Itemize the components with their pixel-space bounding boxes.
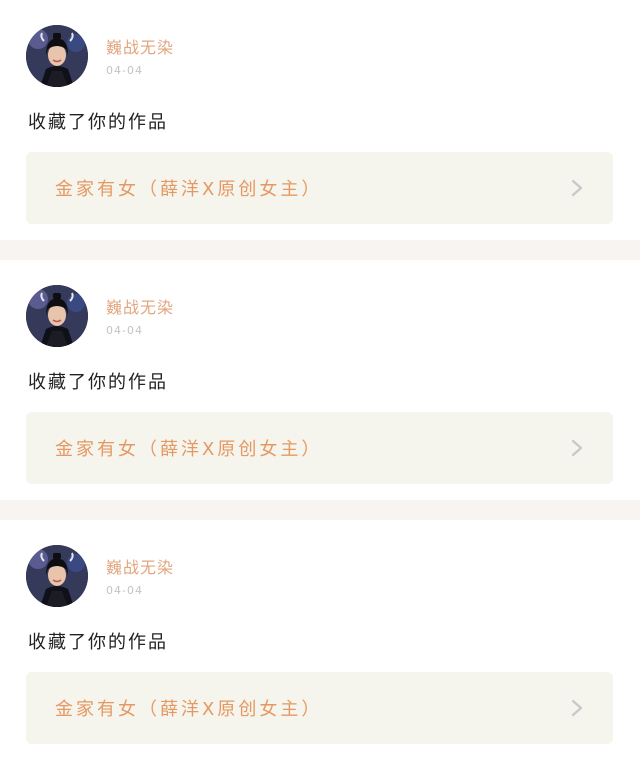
avatar-image (26, 25, 88, 87)
activity-action-text: 收藏了你的作品 (28, 632, 168, 653)
work-title: 金家有女（薛洋X原创女主） (55, 179, 323, 200)
work-link-card[interactable]: 金家有女（薛洋X原创女主） (26, 412, 613, 484)
post-date: 04-04 (106, 64, 143, 77)
avatar-image (26, 285, 88, 347)
chevron-right-icon (571, 439, 583, 457)
activity-action-text: 收藏了你的作品 (28, 112, 168, 133)
post-date: 04-04 (106, 324, 143, 337)
user-name[interactable]: 巍战无染 (106, 554, 174, 578)
user-avatar-icon[interactable] (26, 285, 88, 347)
user-name[interactable]: 巍战无染 (106, 34, 174, 58)
user-avatar-icon[interactable] (26, 25, 88, 87)
activity-action-text: 收藏了你的作品 (28, 372, 168, 393)
chevron-right-icon (571, 699, 583, 717)
user-avatar-icon[interactable] (26, 545, 88, 607)
activity-card: 巍战无染 04-04 收藏了你的作品 金家有女（薛洋X原创女主） (0, 500, 640, 760)
activity-feed: 巍战无染 04-04 收藏了你的作品 金家有女（薛洋X原创女主） 巍战无染 04… (0, 0, 640, 760)
chevron-right-icon (571, 179, 583, 197)
avatar-image (26, 545, 88, 607)
work-title: 金家有女（薛洋X原创女主） (55, 439, 323, 460)
post-date: 04-04 (106, 584, 143, 597)
work-title: 金家有女（薛洋X原创女主） (55, 699, 323, 720)
activity-card: 巍战无染 04-04 收藏了你的作品 金家有女（薛洋X原创女主） (0, 240, 640, 500)
activity-card: 巍战无染 04-04 收藏了你的作品 金家有女（薛洋X原创女主） (0, 0, 640, 240)
user-name[interactable]: 巍战无染 (106, 294, 174, 318)
work-link-card[interactable]: 金家有女（薛洋X原创女主） (26, 672, 613, 744)
work-link-card[interactable]: 金家有女（薛洋X原创女主） (26, 152, 613, 224)
